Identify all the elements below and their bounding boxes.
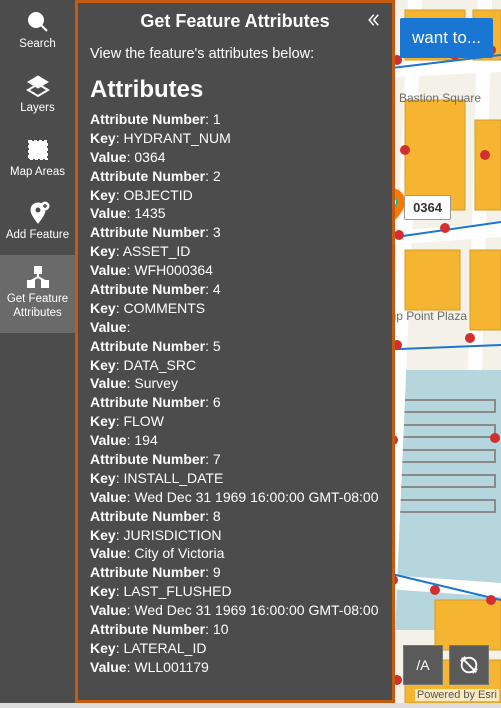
toolbar-label: Search — [19, 38, 55, 52]
mapareas-icon — [26, 138, 50, 162]
panel-title: Get Feature Attributes — [88, 11, 382, 32]
map-label-bastion: Bastion Square — [399, 92, 481, 105]
map-attribution: Powered by Esri — [415, 689, 499, 701]
feature-callout[interactable]: 0364 — [404, 195, 451, 220]
toolbar-item-addfeature[interactable]: Add Feature — [0, 191, 75, 255]
toolbar-item-layers[interactable]: Layers — [0, 64, 75, 128]
basemap-toggle-button[interactable]: /A — [403, 645, 443, 685]
attribute-block: Attribute Number: 5Key: DATA_SRCValue: S… — [90, 337, 380, 394]
attribute-block: Attribute Number: 6Key: FLOWValue: 194 — [90, 393, 380, 450]
toolbar-label: Layers — [20, 102, 55, 116]
addfeature-icon — [26, 201, 50, 225]
collapse-panel-button[interactable] — [364, 11, 384, 31]
left-toolbar: Search Layers Map Areas Add Feature Get Feat… — [0, 0, 75, 703]
i-want-to-button[interactable]: want to... — [400, 18, 493, 58]
attribute-block: Attribute Number: 4Key: COMMENTSValue: — [90, 280, 380, 337]
attribute-block: Attribute Number: 9Key: LAST_FLUSHEDValu… — [90, 563, 380, 620]
attributes-list: Attribute Number: 1Key: HYDRANT_NUMValue… — [90, 110, 380, 677]
panel-intro-text: View the feature's attributes below: — [90, 46, 380, 62]
network-icon — [26, 265, 50, 289]
toolbar-label: Get Feature Attributes — [2, 293, 73, 321]
toolbar-item-search[interactable]: Search — [0, 0, 75, 64]
attribute-block: Attribute Number: 7Key: INSTALL_DATEValu… — [90, 450, 380, 507]
attribute-block: Attribute Number: 2Key: OBJECTIDValue: 1… — [90, 167, 380, 224]
attribute-block: Attribute Number: 1Key: HYDRANT_NUMValue… — [90, 110, 380, 167]
toolbar-item-getattrs[interactable]: Get Feature Attributes — [0, 255, 75, 333]
attribute-block: Attribute Number: 10Key: LATERAL_IDValue… — [90, 620, 380, 677]
attribute-block: Attribute Number: 8Key: JURISDICTIONValu… — [90, 507, 380, 564]
toolbar-item-mapareas[interactable]: Map Areas — [0, 128, 75, 192]
toolbar-label: Add Feature — [6, 229, 69, 243]
tools-button[interactable] — [449, 645, 489, 685]
feature-attributes-panel: Get Feature Attributes View the feature'… — [75, 0, 395, 703]
attributes-heading: Attributes — [90, 76, 380, 104]
layers-icon — [26, 74, 50, 98]
attribute-block: Attribute Number: 3Key: ASSET_IDValue: W… — [90, 223, 380, 280]
toolbar-label: Map Areas — [10, 166, 65, 180]
search-icon — [26, 10, 50, 34]
